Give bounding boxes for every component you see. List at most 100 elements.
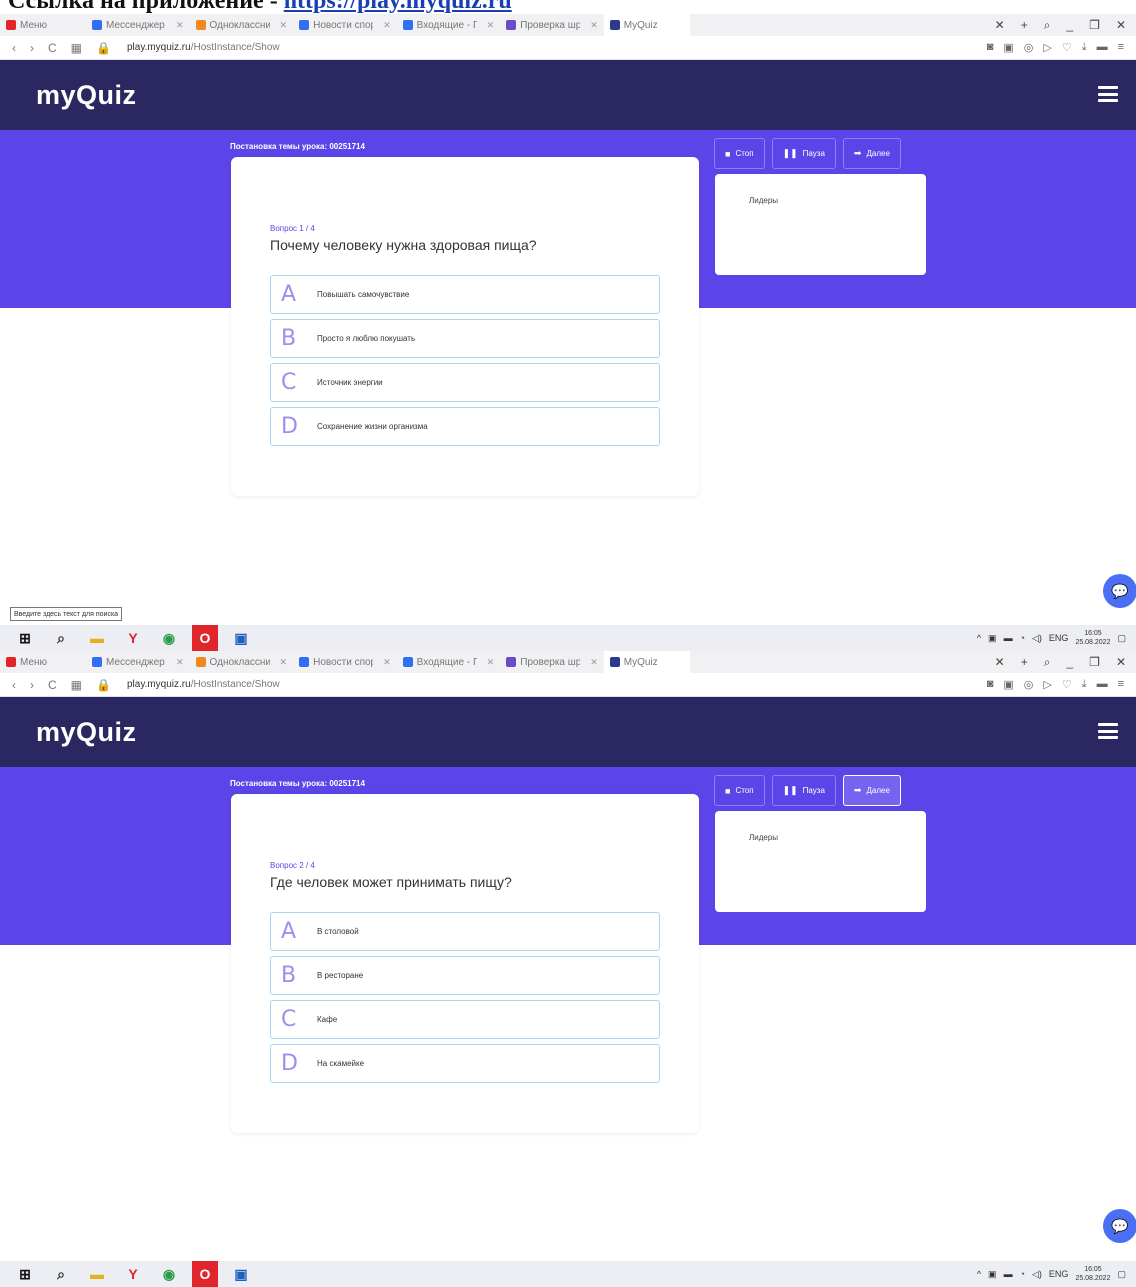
- pause-button[interactable]: ❚❚ Пауза: [771, 138, 836, 169]
- url-field[interactable]: play.myquiz.ru/HostInstance/Show: [127, 42, 280, 53]
- answer-option-d[interactable]: D На скамейке: [270, 1044, 660, 1083]
- play-icon[interactable]: ▷: [1043, 678, 1051, 691]
- answer-option-a[interactable]: A Повышать самочувствие: [270, 275, 660, 314]
- opera-icon[interactable]: O: [192, 1261, 218, 1287]
- volume-icon[interactable]: ◁): [1032, 1269, 1042, 1280]
- minimize-icon[interactable]: _: [1066, 655, 1073, 670]
- wallet-icon[interactable]: ◎: [1024, 678, 1034, 691]
- close-icon[interactable]: ✕: [176, 657, 184, 668]
- app-logo[interactable]: myQuiz: [36, 717, 137, 748]
- download-icon[interactable]: ⤓: [1082, 678, 1087, 691]
- new-tab-icon[interactable]: +: [1021, 18, 1028, 33]
- answer-option-a[interactable]: A В столовой: [270, 912, 660, 951]
- yandex-browser-icon[interactable]: Y: [120, 625, 146, 651]
- heart-icon[interactable]: ♡: [1062, 678, 1072, 691]
- battery-icon[interactable]: ▬: [1097, 41, 1108, 54]
- window-close-icon[interactable]: ✕: [1116, 655, 1126, 670]
- wifi-icon[interactable]: ◔: [1020, 633, 1025, 643]
- hamburger-menu-icon[interactable]: [1098, 86, 1118, 102]
- language-indicator[interactable]: ENG: [1049, 633, 1069, 643]
- camera-icon[interactable]: ◙: [987, 41, 994, 54]
- browser-tab[interactable]: Одноклассники✕: [190, 14, 294, 36]
- notifications-icon[interactable]: ▢: [1117, 633, 1126, 644]
- answer-option-b[interactable]: B В ресторане: [270, 956, 660, 995]
- close-icon[interactable]: ✕: [590, 20, 598, 31]
- clock[interactable]: 16:05 25.08.2022: [1075, 1265, 1110, 1283]
- next-button[interactable]: ➡ Далее: [842, 138, 901, 169]
- window-close-icon[interactable]: ✕: [1116, 18, 1126, 33]
- chevron-up-icon[interactable]: ^: [977, 1269, 981, 1279]
- browser-tab[interactable]: Новости спорта, Секс✕: [293, 14, 397, 36]
- chrome-icon[interactable]: ◉: [156, 1261, 182, 1287]
- volume-icon[interactable]: ◁): [1032, 633, 1042, 644]
- close-icon[interactable]: ✕: [487, 657, 495, 668]
- close-icon[interactable]: ✕: [487, 20, 495, 31]
- search-icon[interactable]: ⌕: [1044, 655, 1051, 670]
- download-icon[interactable]: ⤓: [1082, 41, 1087, 54]
- restore-icon[interactable]: ❐: [1089, 655, 1100, 670]
- chrome-icon[interactable]: ◉: [156, 625, 182, 651]
- close-icon[interactable]: ✕: [590, 657, 598, 668]
- close-icon[interactable]: ✕: [280, 20, 288, 31]
- battery-icon[interactable]: ▬: [1004, 1269, 1013, 1279]
- menu-icon[interactable]: ≡: [1118, 678, 1124, 691]
- screenshot-icon[interactable]: ▣: [1003, 678, 1013, 691]
- yandex-browser-icon[interactable]: Y: [120, 1261, 146, 1287]
- network-icon[interactable]: ▣: [988, 1269, 997, 1280]
- search-icon[interactable]: ⌕: [1044, 18, 1051, 33]
- file-explorer-icon[interactable]: ▬: [84, 1261, 110, 1287]
- answer-option-c[interactable]: C Кафе: [270, 1000, 660, 1039]
- answer-option-c[interactable]: C Источник энергии: [270, 363, 660, 402]
- menu-icon[interactable]: ≡: [1118, 41, 1124, 54]
- answer-option-b[interactable]: B Просто я люблю покушать: [270, 319, 660, 358]
- search-icon[interactable]: ⌕: [48, 625, 74, 651]
- opera-icon[interactable]: O: [192, 625, 218, 651]
- outlook-icon[interactable]: ▣: [228, 625, 254, 651]
- browser-tab[interactable]: Входящие - Почта Mail.ru✕: [397, 14, 501, 36]
- play-icon[interactable]: ▷: [1043, 41, 1051, 54]
- new-tab-icon[interactable]: +: [1021, 655, 1028, 670]
- close-tab-icon[interactable]: ✕: [995, 18, 1005, 33]
- hamburger-menu-icon[interactable]: [1098, 723, 1118, 739]
- browser-tab[interactable]: Одноклассники✕: [190, 651, 294, 673]
- close-icon[interactable]: ✕: [383, 657, 391, 668]
- chevron-up-icon[interactable]: ^: [977, 633, 981, 643]
- wallet-icon[interactable]: ◎: [1024, 41, 1034, 54]
- battery-icon[interactable]: ▬: [1097, 678, 1108, 691]
- back-icon[interactable]: ‹: [12, 41, 16, 55]
- browser-tab[interactable]: Меню: [0, 651, 86, 673]
- chat-icon[interactable]: 💬: [1103, 1209, 1136, 1243]
- chat-icon[interactable]: 💬: [1103, 574, 1136, 608]
- windows-start-icon[interactable]: ⊞: [12, 625, 38, 651]
- next-button[interactable]: ➡ Далее: [842, 775, 901, 806]
- network-icon[interactable]: ▣: [988, 633, 997, 644]
- close-icon[interactable]: ✕: [280, 657, 288, 668]
- url-field[interactable]: play.myquiz.ru/HostInstance/Show: [127, 679, 280, 690]
- app-logo[interactable]: myQuiz: [36, 80, 137, 111]
- reload-icon[interactable]: C: [48, 678, 57, 692]
- forward-icon[interactable]: ›: [30, 678, 34, 692]
- browser-tab[interactable]: Новости спорта, Секс✕: [293, 651, 397, 673]
- stop-button[interactable]: ■ Стоп: [714, 775, 765, 806]
- heart-icon[interactable]: ♡: [1062, 41, 1072, 54]
- browser-tab[interactable]: Проверка шрифтов Онлайн✕: [500, 14, 604, 36]
- browser-tab[interactable]: Проверка шрифтов Онлайн✕: [500, 651, 604, 673]
- close-icon[interactable]: ✕: [383, 20, 391, 31]
- answer-option-d[interactable]: D Сохранение жизни организма: [270, 407, 660, 446]
- clock[interactable]: 16:05 25.08.2022: [1075, 629, 1110, 647]
- tabs-grid-icon[interactable]: ▦: [71, 678, 82, 692]
- forward-icon[interactable]: ›: [30, 41, 34, 55]
- outlook-icon[interactable]: ▣: [228, 1261, 254, 1287]
- windows-start-icon[interactable]: ⊞: [12, 1261, 38, 1287]
- reload-icon[interactable]: C: [48, 41, 57, 55]
- browser-tab[interactable]: Входящие - Почта Mail.ru✕: [397, 651, 501, 673]
- close-tab-icon[interactable]: ✕: [995, 655, 1005, 670]
- app-link[interactable]: https://play.myquiz.ru: [284, 0, 512, 14]
- file-explorer-icon[interactable]: ▬: [84, 625, 110, 651]
- battery-icon[interactable]: ▬: [1004, 633, 1013, 643]
- pause-button[interactable]: ❚❚ Пауза: [771, 775, 836, 806]
- notifications-icon[interactable]: ▢: [1117, 1269, 1126, 1280]
- wifi-icon[interactable]: ◔: [1020, 1269, 1025, 1279]
- browser-tab-active[interactable]: MyQuiz: [603, 14, 690, 36]
- back-icon[interactable]: ‹: [12, 678, 16, 692]
